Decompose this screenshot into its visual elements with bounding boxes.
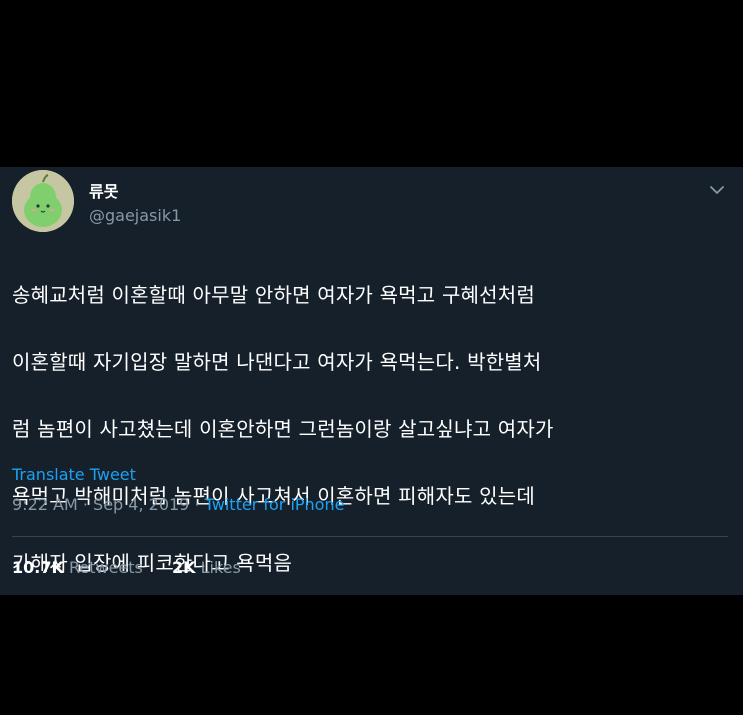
tweet-source-link[interactable]: Twitter for iPhone (205, 495, 345, 514)
tweet-text-line: 럼 놈편이 사고쳤는데 이혼안하면 그런놈이랑 살고싶냐고 여자가 (12, 416, 554, 441)
divider (12, 536, 728, 537)
display-name[interactable]: 류못 (89, 182, 118, 202)
likes-label: Likes (200, 558, 241, 577)
retweets-count: 10.7K (12, 558, 64, 577)
tweet-meta: 9:22 AM · Sep 4, 2019 · Twitter for iPho… (12, 494, 344, 516)
tweet-date[interactable]: Sep 4, 2019 (93, 495, 189, 514)
likes-count: 2K (171, 558, 196, 577)
meta-separator: · (194, 495, 200, 514)
tweet-stats: 10.7K Retweets 2K Likes (12, 557, 265, 579)
pear-character-avatar (12, 170, 74, 232)
likes-stat[interactable]: 2K Likes (172, 558, 241, 577)
translate-tweet-link[interactable]: Translate Tweet (12, 464, 136, 486)
tweet-text-line: 이혼할때 자기입장 말하면 나댄다고 여자가 욕먹는다. 박한별처 (12, 349, 542, 374)
retweets-stat[interactable]: 10.7K Retweets (12, 558, 143, 577)
avatar[interactable] (12, 170, 74, 232)
chevron-down-icon[interactable] (706, 182, 728, 198)
retweets-label: Retweets (68, 558, 143, 577)
tweet-text-line: 송혜교처럼 이혼할때 아무말 안하면 여자가 욕먹고 구혜선처럼 (12, 282, 535, 307)
user-handle[interactable]: @gaejasik1 (89, 206, 181, 226)
tweet-time[interactable]: 9:22 AM (12, 495, 78, 514)
meta-separator: · (82, 495, 88, 514)
